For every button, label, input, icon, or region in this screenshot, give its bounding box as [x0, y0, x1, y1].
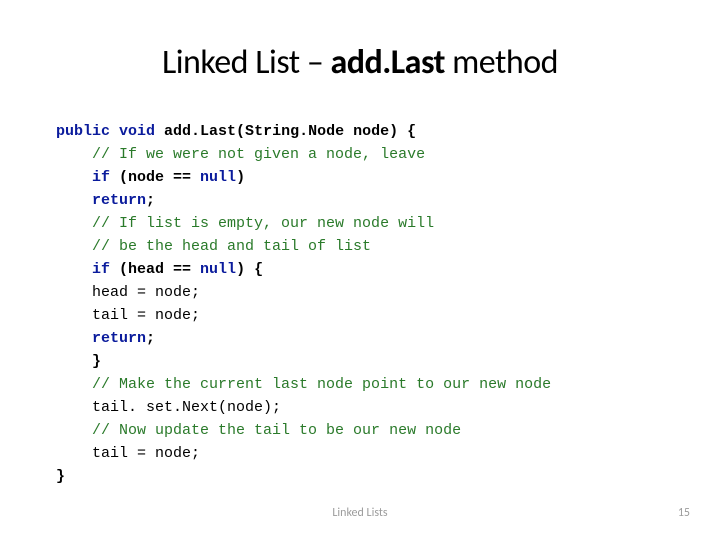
stmt-tail2: tail = node; [92, 445, 200, 462]
kw-return-1: return [92, 192, 146, 209]
semi-1: ; [146, 192, 155, 209]
title-part3: method [452, 42, 558, 83]
comment-1: // If we were not given a node, leave [92, 146, 425, 163]
stmt-tail: tail = node; [92, 307, 200, 324]
kw-return-2: return [92, 330, 146, 347]
code-block: public void add.Last(String.Node node) {… [56, 120, 551, 488]
kw-void: void [119, 123, 155, 140]
cond-2b: ) { [236, 261, 263, 278]
stmt-head: head = node; [92, 284, 200, 301]
kw-if-1: if [92, 169, 110, 186]
comment-3: // be the head and tail of list [92, 238, 371, 255]
comment-4: // Make the current last node point to o… [92, 376, 551, 393]
semi-2: ; [146, 330, 155, 347]
slide: Linked List – add.Last method public voi… [0, 0, 720, 540]
method-sig: add.Last(String.Node node) { [155, 123, 416, 140]
footer-label: Linked Lists [0, 506, 720, 520]
comment-5: // Now update the tail to be our new nod… [92, 422, 461, 439]
kw-public: public [56, 123, 110, 140]
brace-close-2: } [56, 468, 65, 485]
comment-2: // If list is empty, our new node will [92, 215, 434, 232]
title-part2: add.Last [330, 42, 452, 83]
stmt-setnext: tail. set.Next(node); [92, 399, 281, 416]
kw-if-2: if [92, 261, 110, 278]
cond-1b: ) [236, 169, 245, 186]
slide-title: Linked List – add.Last method [0, 42, 720, 83]
cond-2a: (head == [110, 261, 200, 278]
cond-1a: (node == [110, 169, 200, 186]
brace-close-1: } [92, 353, 101, 370]
title-part1: Linked List – [162, 42, 331, 83]
kw-null-2: null [200, 261, 236, 278]
kw-null-1: null [200, 169, 236, 186]
page-number: 15 [678, 506, 690, 520]
